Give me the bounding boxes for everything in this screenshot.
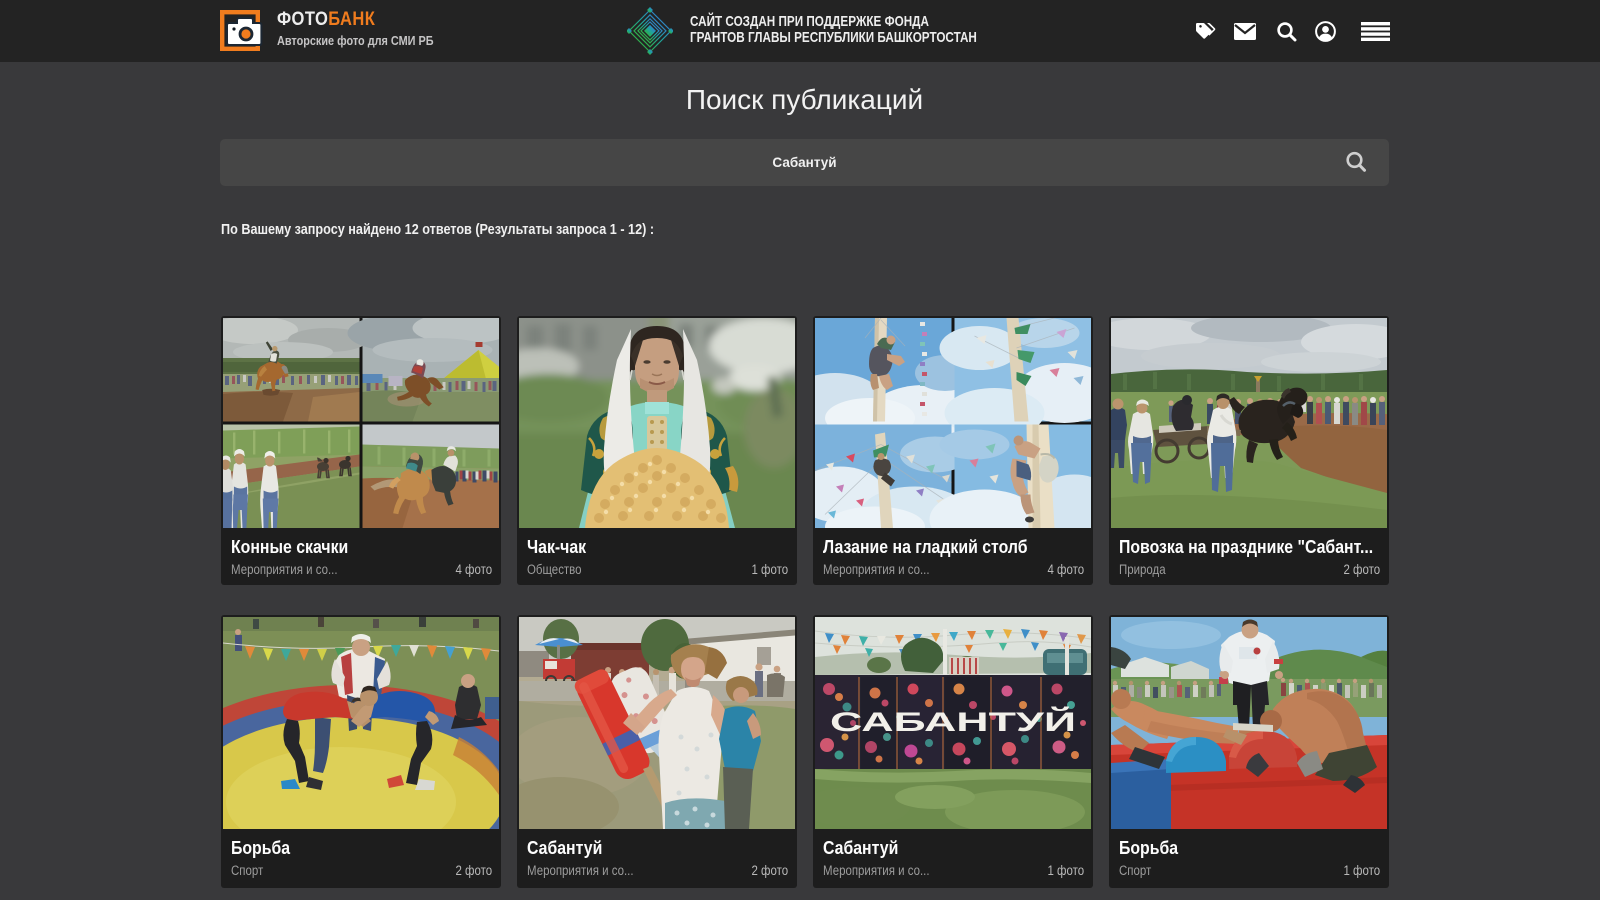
svg-text:САБАНТУЙ: САБАНТУЙ <box>830 706 1076 737</box>
